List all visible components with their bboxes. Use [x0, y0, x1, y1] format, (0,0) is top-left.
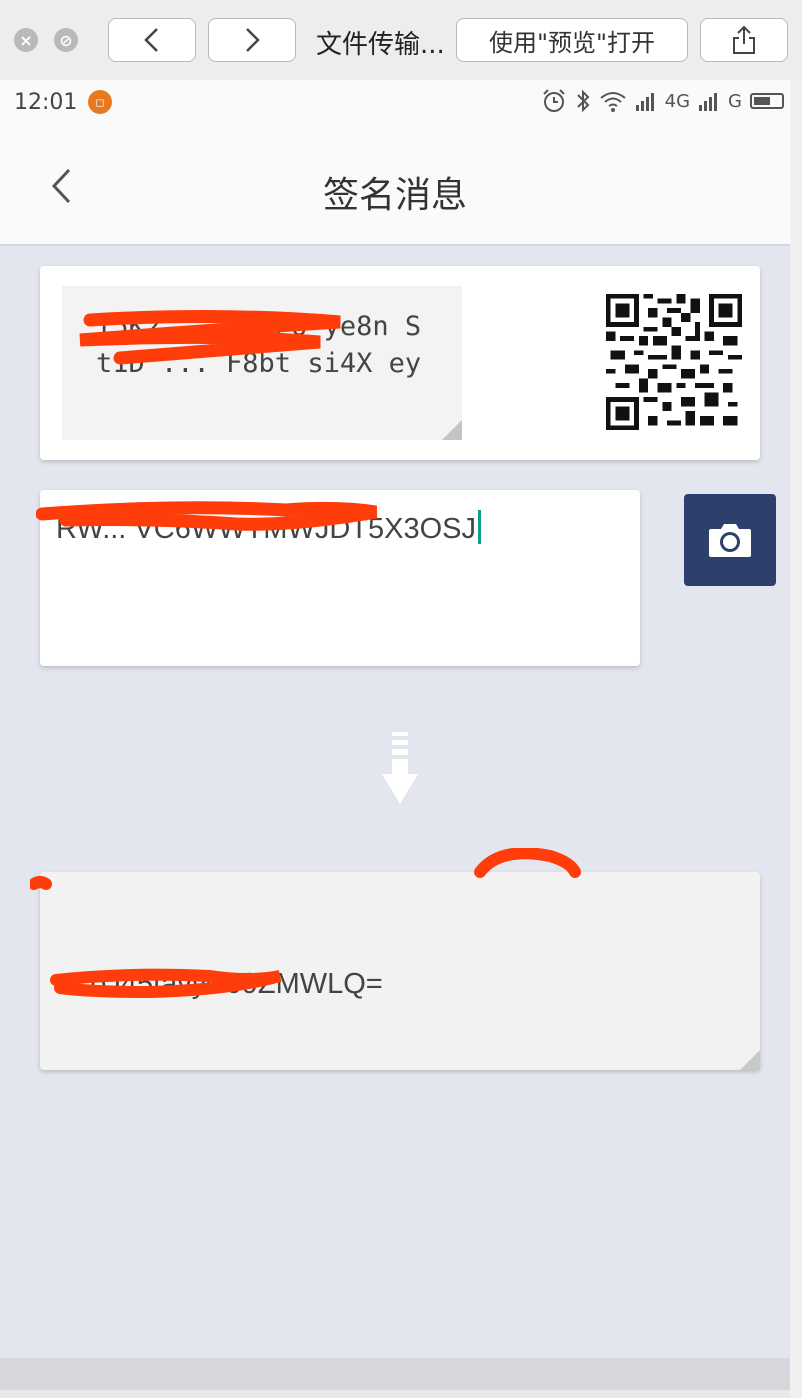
stop-icon[interactable]: ⊘ [54, 28, 78, 52]
page-title: 签名消息 [322, 175, 467, 216]
battery-icon [750, 93, 784, 109]
share-icon [733, 25, 755, 54]
resize-handle-icon [442, 420, 462, 440]
qr-code-icon[interactable] [606, 294, 742, 430]
network-type-4g: 4G [664, 90, 691, 112]
bluetooth-icon [576, 89, 590, 113]
tab-title: 文件传输... [316, 30, 445, 60]
scan-camera-button[interactable] [684, 494, 776, 586]
nav-bar: 签名消息 [0, 126, 790, 246]
address-input[interactable]: RW... VC6WWTMWJDT5X3OSJ [36, 490, 640, 666]
address-input-text: RW... VC6WWTMWJDT5X3OSJ [56, 513, 476, 545]
message-text: T5K2 ... t6Po ye8n St1D ... F8bt si4X ey [96, 311, 422, 379]
bottom-bar [0, 1358, 790, 1390]
camera-icon [709, 524, 751, 557]
back-button[interactable] [108, 18, 196, 62]
resize-handle-icon [740, 1050, 760, 1070]
phone-screen: 12:01 ◻ 4G G 签名消息 T5K2 ... t6Po ye8n St1… [0, 80, 790, 1390]
network-type-g: G [728, 90, 742, 112]
alarm-icon [542, 89, 565, 112]
forward-button[interactable] [208, 18, 296, 62]
signature-text: ... oJ45tavywJ9ZMWLQ= [58, 968, 383, 1000]
share-button[interactable] [700, 18, 788, 62]
signature-output[interactable]: ... oJ45tavywJ9ZMWLQ= [40, 872, 760, 1070]
text-cursor [477, 510, 481, 544]
app-notification-icon: ◻ [88, 90, 112, 114]
close-icon[interactable]: × [14, 28, 38, 52]
status-icons: 4G G [541, 88, 784, 114]
open-with-preview-button[interactable]: 使用"预览"打开 [456, 18, 688, 62]
wifi-icon [600, 92, 626, 112]
browser-toolbar: × ⊘ 文件传输... 使用"预览"打开 [0, 0, 802, 80]
chevron-right-icon [246, 28, 260, 52]
message-card: T5K2 ... t6Po ye8n St1D ... F8bt si4X ey [40, 266, 760, 460]
arrow-down-icon [382, 732, 418, 804]
status-bar: 12:01 ◻ 4G G [0, 80, 790, 126]
signal-icon-2 [699, 93, 718, 111]
window-edge [790, 80, 802, 1398]
status-time: 12:01 [14, 90, 78, 115]
chevron-left-icon [144, 28, 158, 52]
message-textarea[interactable]: T5K2 ... t6Po ye8n St1D ... F8bt si4X ey [62, 286, 462, 440]
signal-icon [635, 93, 654, 111]
